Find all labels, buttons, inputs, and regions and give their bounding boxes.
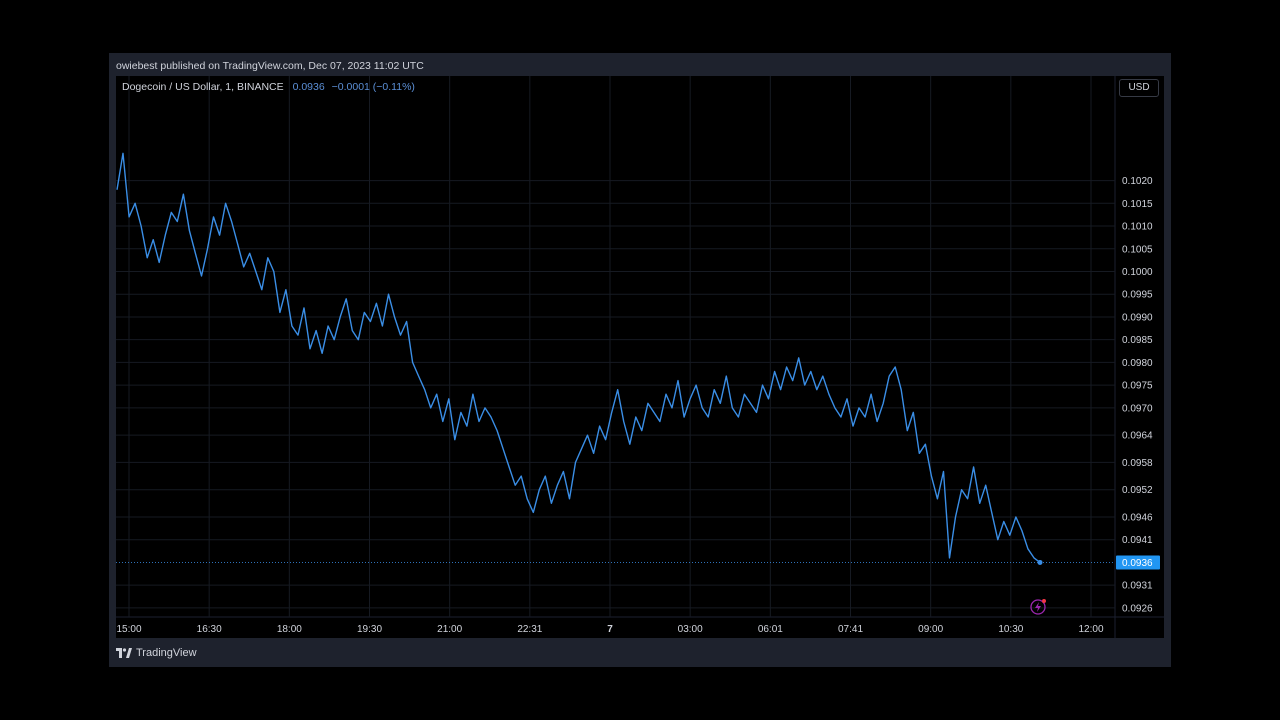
x-tick-label: 07:41 xyxy=(838,624,863,635)
y-tick-label: 0.0964 xyxy=(1122,431,1153,442)
y-tick-label: 0.0985 xyxy=(1122,335,1153,346)
last-price-dot xyxy=(1037,559,1043,565)
y-tick-label: 0.0946 xyxy=(1122,512,1153,523)
x-tick-label: 16:30 xyxy=(197,624,222,635)
x-tick-label: 21:00 xyxy=(437,624,462,635)
y-tick-label: 0.0990 xyxy=(1122,312,1153,323)
y-tick-label: 0.0941 xyxy=(1122,535,1153,546)
lightning-alert-icon[interactable] xyxy=(1030,599,1046,615)
y-tick-label: 0.1020 xyxy=(1122,176,1153,187)
y-tick-label: 0.0958 xyxy=(1122,458,1153,469)
y-tick-label: 0.0926 xyxy=(1122,603,1153,614)
y-tick-label: 0.0970 xyxy=(1122,403,1153,414)
y-tick-label: 0.1000 xyxy=(1122,267,1153,278)
tradingview-brand[interactable]: TradingView xyxy=(116,646,197,660)
price-series-line xyxy=(116,152,1041,563)
y-tick-label: 0.0995 xyxy=(1122,290,1153,301)
x-tick-label: 12:00 xyxy=(1078,624,1103,635)
x-tick-label: 06:01 xyxy=(758,624,783,635)
symbol-change: −0.0001 (−0.11%) xyxy=(331,81,415,93)
x-tick-label: 15:00 xyxy=(116,624,141,635)
y-tick-label: 0.1010 xyxy=(1122,222,1153,233)
brand-label: TradingView xyxy=(136,647,197,659)
tradingview-logo-icon xyxy=(116,648,132,658)
y-tick-label: 0.0980 xyxy=(1122,358,1153,369)
x-tick-label: 10:30 xyxy=(998,624,1023,635)
symbol-legend: Dogecoin / US Dollar, 1, BINANCE 0.0936 … xyxy=(122,81,415,94)
x-tick-label: 03:00 xyxy=(678,624,703,635)
symbol-name: Dogecoin / US Dollar, 1, BINANCE xyxy=(122,81,284,93)
y-tick-label: 0.1015 xyxy=(1122,199,1153,210)
y-tick-label: 0.0952 xyxy=(1122,485,1153,496)
x-tick-label: 22:31 xyxy=(517,624,542,635)
x-tick-label: 18:00 xyxy=(277,624,302,635)
x-tick-label: 19:30 xyxy=(357,624,382,635)
currency-button[interactable]: USD xyxy=(1119,79,1159,97)
symbol-price: 0.0936 xyxy=(292,81,325,93)
y-tick-label: 0.0975 xyxy=(1122,381,1153,392)
y-tick-label: 0.1005 xyxy=(1122,244,1153,255)
y-tick-label: 0.0931 xyxy=(1122,581,1153,592)
x-tick-label: 7 xyxy=(607,624,613,635)
last-price-label: 0.0936 xyxy=(1122,558,1153,569)
price-chart[interactable]: 0.1020 0.1015 0.1010 0.1005 0.1000 0.0995 0.09… xyxy=(0,0,1280,720)
x-tick-label: 09:00 xyxy=(918,624,943,635)
